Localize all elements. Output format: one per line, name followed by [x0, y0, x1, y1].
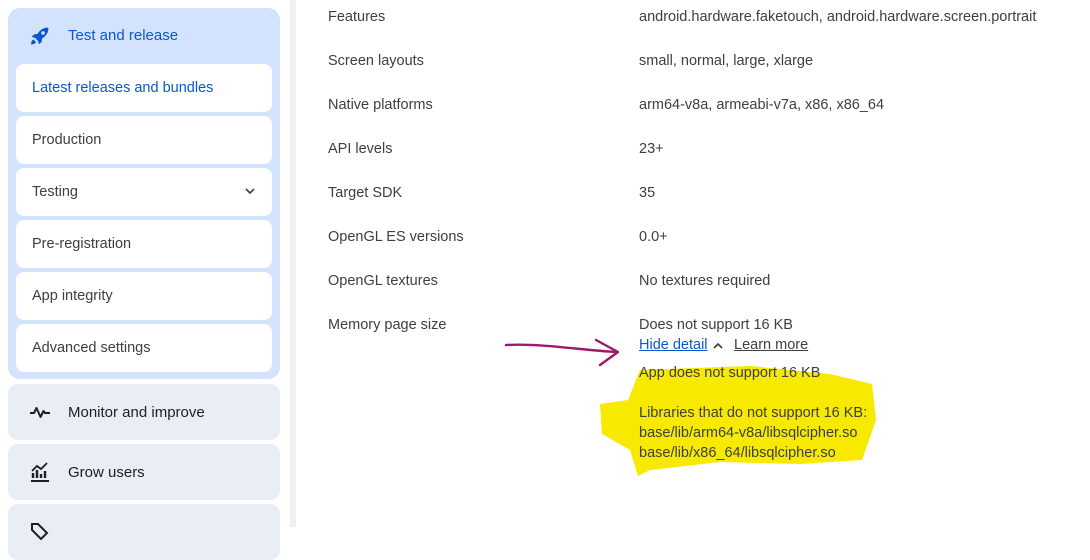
detail-value-screen-layouts: small, normal, large, xlarge [639, 53, 814, 69]
detail-label-memory-page-size: Memory page size [328, 317, 447, 333]
nav-item-label: Grow users [68, 464, 145, 481]
sidebar-divider [290, 0, 296, 527]
detail-label-api-levels: API levels [328, 141, 393, 157]
nav-item-test-and-release[interactable]: Test and release [8, 8, 280, 64]
detail-label-opengl-textures: OpenGL textures [328, 273, 438, 289]
nav-subitem-label: Production [32, 132, 102, 148]
detail-label-screen-layouts: Screen layouts [328, 53, 424, 69]
nav-item-label: Monitor and improve [68, 404, 205, 421]
detail-links: Hide detail Learn more [639, 337, 808, 355]
nav-subitem-label: App integrity [32, 288, 113, 304]
detail-value-memory-page-size: Does not support 16 KB [639, 317, 793, 333]
grow-chart-icon [31, 462, 49, 482]
nav-item-grow-users[interactable]: Grow users [8, 444, 280, 500]
nav-subitem-label: Advanced settings [32, 340, 151, 356]
nav-subitem-pre-registration[interactable]: Pre-registration [16, 220, 272, 268]
detail-value-features: android.hardware.faketouch, android.hard… [639, 9, 1037, 25]
detail-label-native-platforms: Native platforms [328, 97, 433, 113]
detail-value-native-platforms: arm64-v8a, armeabi-v7a, x86, x86_64 [639, 97, 885, 113]
nav-item-partial[interactable] [8, 504, 280, 560]
nav-subitem-testing[interactable]: Testing [16, 168, 272, 216]
nav-item-monitor-and-improve[interactable]: Monitor and improve [8, 384, 280, 440]
detail-label-features: Features [328, 9, 386, 25]
detail-value-api-levels: 23+ [639, 141, 664, 157]
sidebar-nav: Test and release Latest releases and bun… [0, 0, 290, 560]
nav-subitem-label: Pre-registration [32, 236, 132, 252]
detail-label-target-sdk: Target SDK [328, 185, 403, 201]
learn-more-link[interactable]: Learn more [734, 337, 808, 353]
arrow-annotation-icon [504, 338, 620, 367]
chevron-down-icon [245, 188, 255, 195]
hide-detail-link[interactable]: Hide detail [639, 337, 708, 353]
detail-line-library-arm64: base/lib/arm64-v8a/libsqlcipher.so [639, 425, 858, 441]
detail-value-opengl-textures: No textures required [639, 273, 771, 289]
vitals-icon [30, 407, 50, 418]
nav-subitem-production[interactable]: Production [16, 116, 272, 164]
detail-line-library-x86-64: base/lib/x86_64/libsqlcipher.so [639, 445, 836, 461]
nav-subitem-app-integrity[interactable]: App integrity [16, 272, 272, 320]
detail-line-summary: App does not support 16 KB [639, 365, 821, 381]
nav-subitem-advanced-settings[interactable]: Advanced settings [16, 324, 272, 372]
rocket-icon [31, 27, 49, 45]
chevron-up-icon[interactable] [711, 339, 725, 353]
nav-subitem-label: Testing [32, 184, 78, 200]
detail-value-opengl-es: 0.0+ [639, 229, 668, 245]
tag-icon [31, 523, 49, 541]
nav-group-test-and-release: Test and release Latest releases and bun… [8, 8, 280, 379]
detail-value-target-sdk: 35 [639, 185, 656, 201]
nav-subitem-latest-releases[interactable]: Latest releases and bundles [16, 64, 272, 112]
detail-line-libraries-heading: Libraries that do not support 16 KB: [639, 405, 868, 421]
nav-subitem-label: Latest releases and bundles [32, 80, 214, 96]
nav-item-label: Test and release [68, 27, 179, 44]
detail-label-opengl-es: OpenGL ES versions [328, 229, 464, 245]
